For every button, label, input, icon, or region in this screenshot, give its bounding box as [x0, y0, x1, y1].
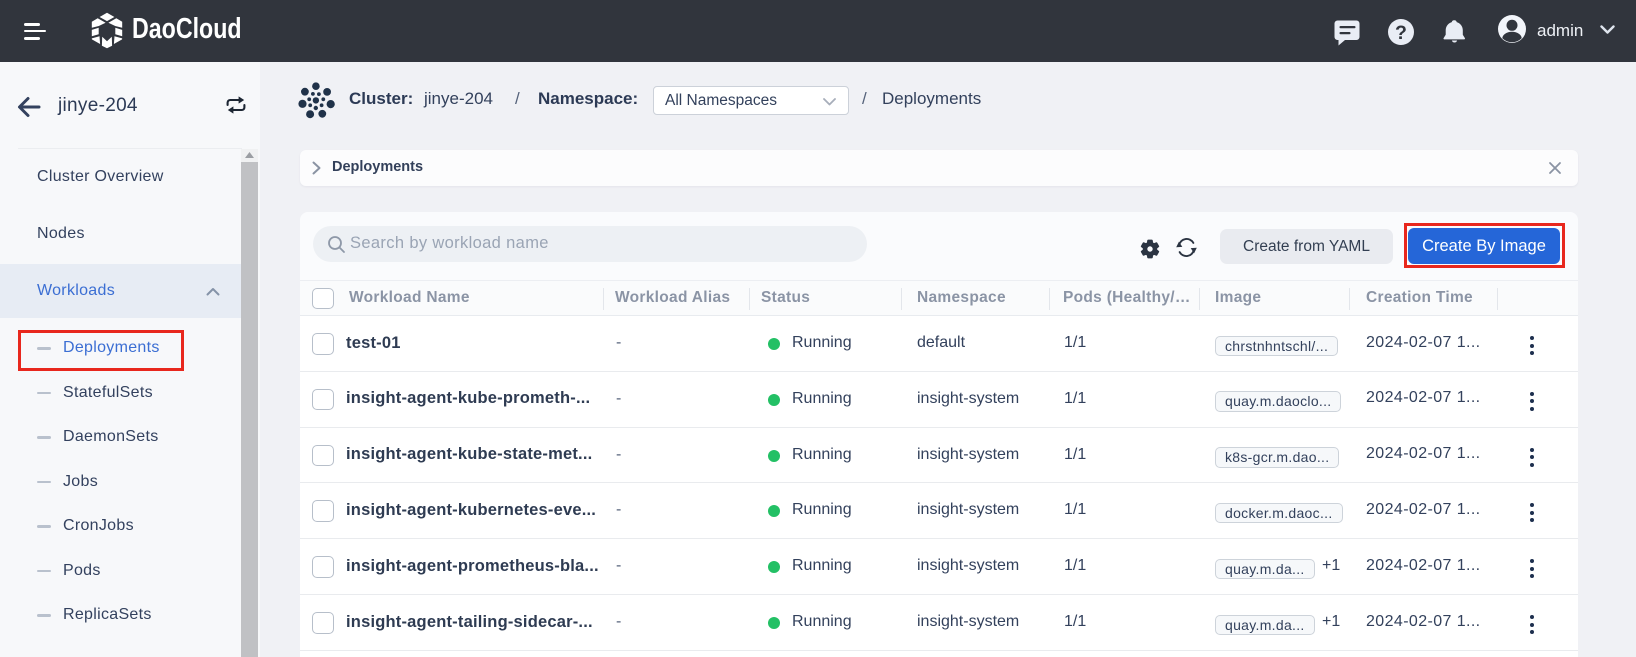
svg-text:?: ? [1395, 22, 1407, 44]
